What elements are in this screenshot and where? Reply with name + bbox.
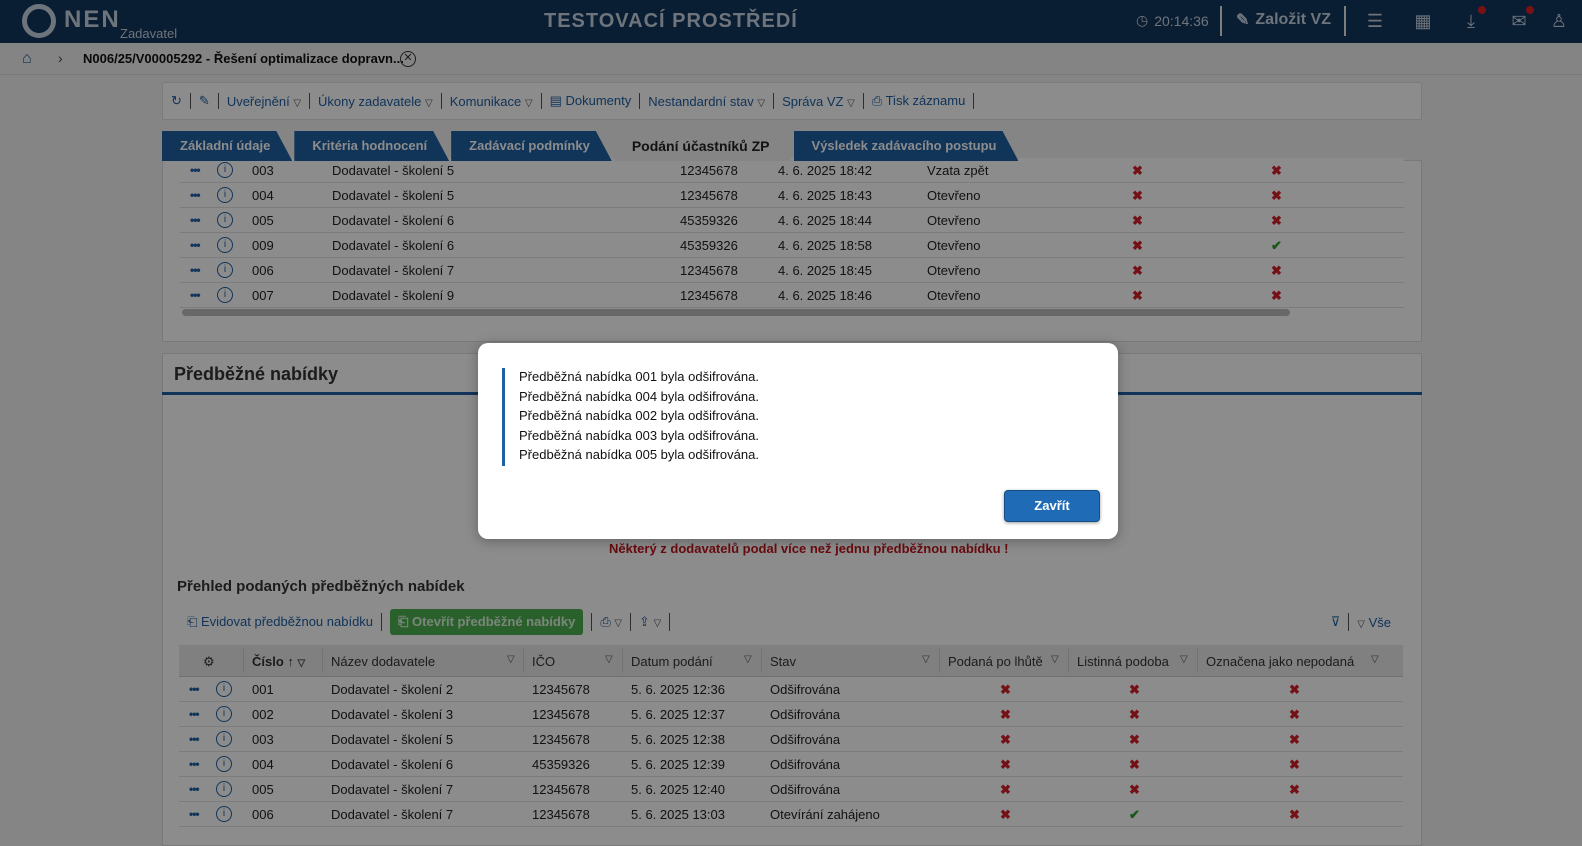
decryption-dialog: Předběžná nabídka 001 byla odšifrována. … bbox=[478, 343, 1118, 539]
message-line: Předběžná nabídka 002 byla odšifrována. bbox=[519, 408, 759, 424]
message-line: Předběžná nabídka 003 byla odšifrována. bbox=[519, 427, 759, 443]
message-line: Předběžná nabídka 004 byla odšifrována. bbox=[519, 388, 759, 404]
message-line: Předběžná nabídka 005 byla odšifrována. bbox=[519, 447, 759, 463]
close-button[interactable]: Zavřít bbox=[1004, 490, 1100, 522]
message-accent-bar bbox=[502, 368, 505, 466]
message-line: Předběžná nabídka 001 byla odšifrována. bbox=[519, 369, 759, 384]
message-list: Předběžná nabídka 001 byla odšifrována. … bbox=[519, 367, 759, 465]
